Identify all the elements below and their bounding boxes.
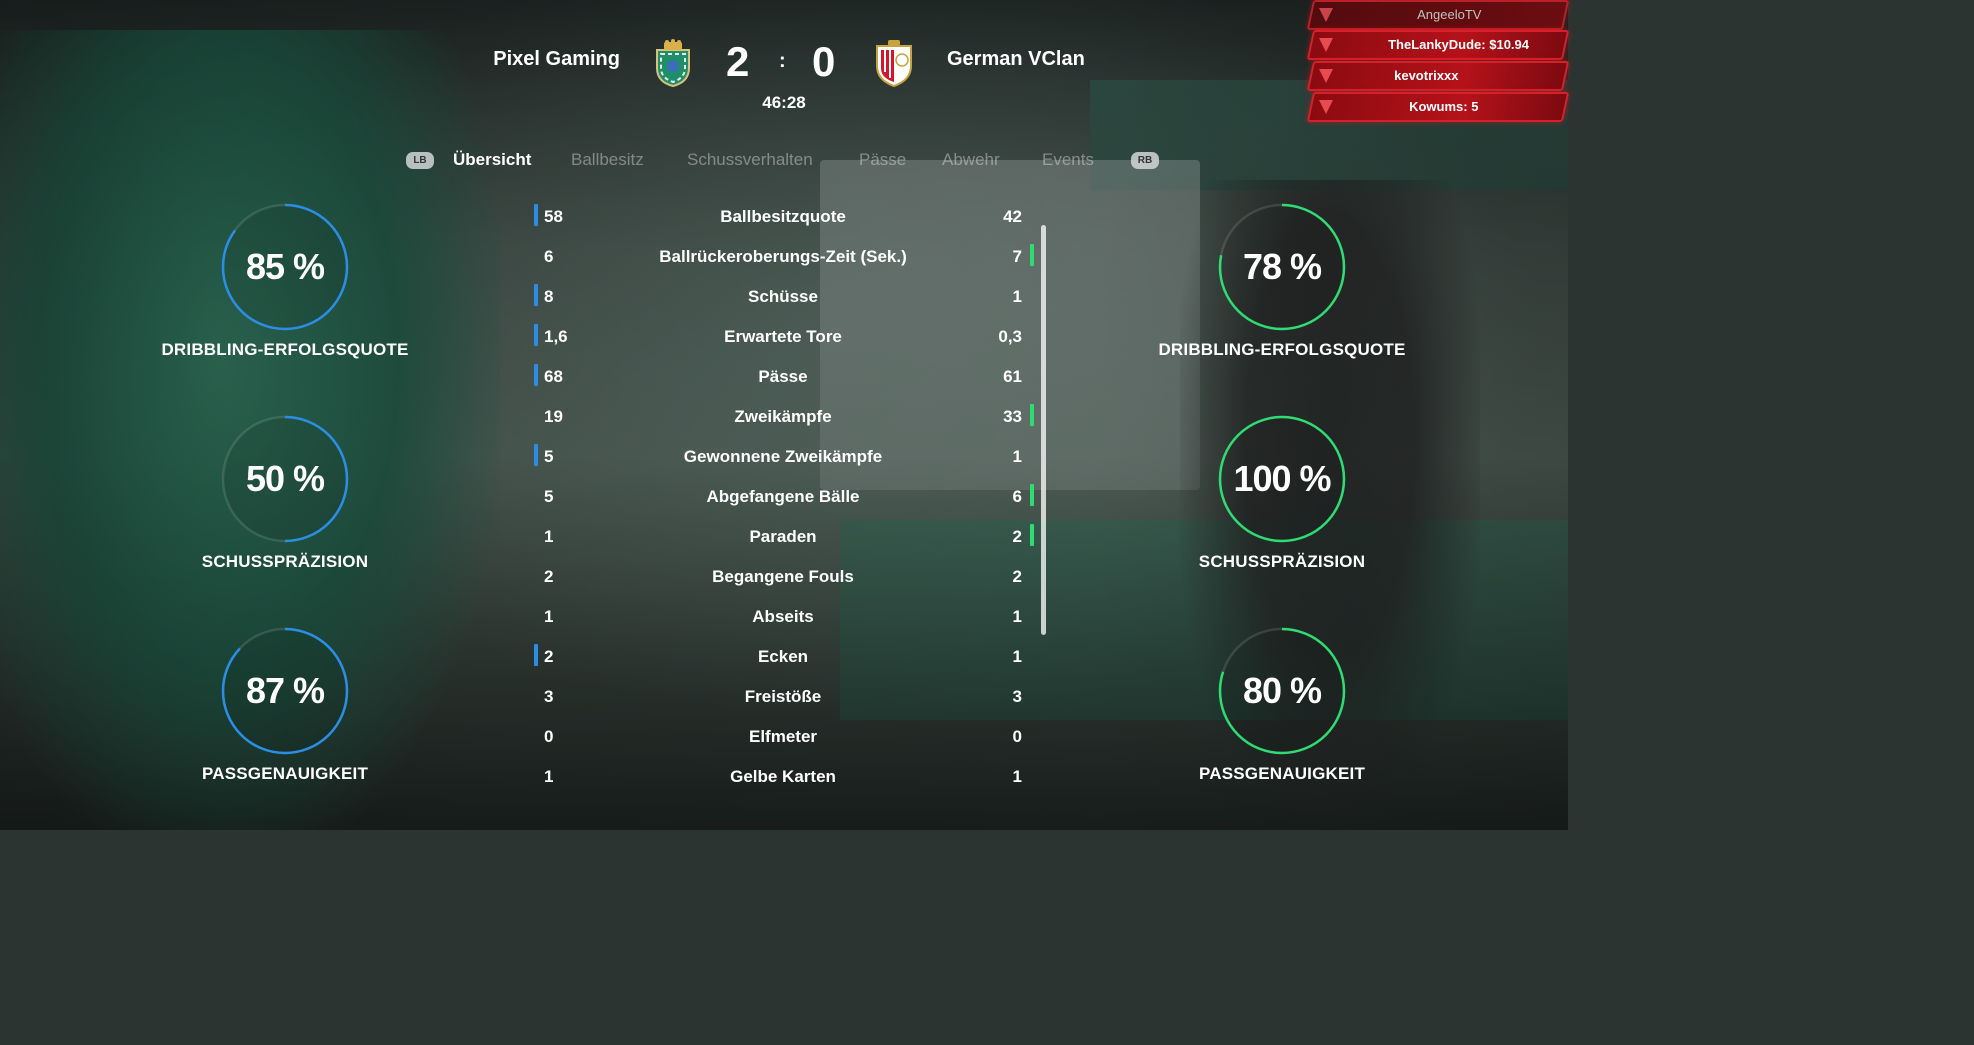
stat-label: Schüsse <box>748 287 818 306</box>
stat-label: Elfmeter <box>748 727 818 746</box>
away-dribbling-gauge: 78 % <box>1217 202 1347 332</box>
away-stat-value: 1 <box>1012 287 1022 306</box>
stat-row: 1 Abseits 1 <box>530 600 1040 630</box>
stat-label: Freistöße <box>744 687 822 706</box>
away-dribbling-label: DRIBBLING-ERFOLGSQUOTE <box>1158 340 1406 359</box>
gauge-value: 80 % <box>1242 670 1322 711</box>
stat-row: 1 Gelbe Karten 1 <box>530 760 1040 790</box>
home-shot-accuracy-label: SCHUSSPRÄZISION <box>201 552 369 571</box>
stream-alert: TheLankyDude: $10.94 <box>1306 30 1570 60</box>
away-stat-value: 1 <box>1012 767 1022 786</box>
away-stat-value: 7 <box>1012 247 1022 266</box>
stat-label: Gewonnene Zweikämpfe <box>683 447 883 466</box>
stat-row: 1 Paraden 2 <box>530 520 1040 550</box>
stat-row: 5 Abgefangene Bälle 6 <box>530 480 1040 510</box>
stat-label: Ecken <box>757 647 809 666</box>
alert-badge-icon <box>1319 69 1333 83</box>
stat-label: Ballrückeroberungs-Zeit (Sek.) <box>659 247 907 266</box>
home-score: 2 <box>726 38 750 85</box>
alert-badge-icon <box>1319 8 1333 22</box>
away-score: 0 <box>812 38 836 85</box>
away-stat-value: 2 <box>1012 567 1022 586</box>
away-pass-accuracy-gauge: 80 % <box>1217 626 1347 756</box>
alert-badge-icon <box>1319 100 1333 114</box>
tab-uebersicht[interactable]: Übersicht <box>453 150 531 170</box>
stat-label: Abgefangene Bälle <box>706 487 860 506</box>
gauge-value: 85 % <box>245 246 325 287</box>
away-stat-value: 1 <box>1012 647 1022 666</box>
home-pass-accuracy-gauge: 87 % <box>220 626 350 756</box>
lb-button-hint[interactable]: LB <box>406 152 434 169</box>
tab-events[interactable]: Events <box>1042 150 1094 170</box>
away-stat-value: 6 <box>1012 487 1022 506</box>
gauge-value: 100 % <box>1233 458 1331 499</box>
stats-tab-bar: LB Übersicht Ballbesitz Schussverhalten … <box>0 149 1568 173</box>
stream-alert-text: AngeeloTV <box>1417 7 1482 22</box>
away-leader-bar <box>1030 484 1034 506</box>
tab-ballbesitz[interactable]: Ballbesitz <box>571 150 644 170</box>
stat-label: Abseits <box>752 607 814 626</box>
stat-label: Zweikämpfe <box>734 407 832 426</box>
alert-badge-icon <box>1319 38 1333 52</box>
stat-label: Erwartete Tore <box>724 327 842 346</box>
tab-paesse[interactable]: Pässe <box>859 150 906 170</box>
stat-row: 8 Schüsse 1 <box>530 280 1040 310</box>
away-stat-value: 0 <box>1012 727 1022 746</box>
away-stat-value: 1 <box>1012 607 1022 626</box>
stat-row: 1,6 Erwartete Tore 0,3 <box>530 320 1040 350</box>
away-crest-icon <box>871 38 917 88</box>
gauge-value: 87 % <box>245 670 325 711</box>
stat-row: 58 Ballbesitzquote 42 <box>530 200 1040 230</box>
home-shot-accuracy-gauge: 50 % <box>220 414 350 544</box>
stat-label: Begangene Fouls <box>712 567 854 586</box>
home-pass-accuracy-label: PASSGENAUIGKEIT <box>201 764 369 783</box>
stat-label: Pässe <box>758 367 808 386</box>
stream-alert: kevotrixxx <box>1306 61 1570 91</box>
home-dribbling-gauge: 85 % <box>220 202 350 332</box>
away-stat-value: 33 <box>1003 407 1022 426</box>
away-stat-value: 42 <box>1003 207 1022 226</box>
away-stat-value: 1 <box>1012 447 1022 466</box>
stat-label: Ballbesitzquote <box>720 207 846 226</box>
gauge-value: 50 % <box>245 458 325 499</box>
stat-row: 68 Pässe 61 <box>530 360 1040 390</box>
gauge-value: 78 % <box>1242 246 1322 287</box>
stat-label: Paraden <box>749 527 817 546</box>
away-leader-bar <box>1030 404 1034 426</box>
stream-alert-text: kevotrixxx <box>1394 68 1459 83</box>
tab-schussverhalten[interactable]: Schussverhalten <box>687 150 813 170</box>
stream-alert: Kowums: 5 <box>1306 92 1570 122</box>
stream-alert: AngeeloTV <box>1306 0 1570 30</box>
stat-row: 3 Freistöße 3 <box>530 680 1040 710</box>
stat-row: 5 Gewonnene Zweikämpfe 1 <box>530 440 1040 470</box>
stat-row: 6 Ballrückeroberungs-Zeit (Sek.) 7 <box>530 240 1040 270</box>
away-stat-value: 0,3 <box>998 327 1022 346</box>
home-dribbling-label: DRIBBLING-ERFOLGSQUOTE <box>161 340 409 359</box>
away-leader-bar <box>1030 244 1034 266</box>
stat-row: 0 Elfmeter 0 <box>530 720 1040 750</box>
away-stat-value: 3 <box>1012 687 1022 706</box>
home-team-name: Pixel Gaming <box>493 48 620 70</box>
rb-button-hint[interactable]: RB <box>1131 152 1159 169</box>
home-crest-icon <box>650 38 696 88</box>
away-leader-bar <box>1030 524 1034 546</box>
stream-alert-text: TheLankyDude: $10.94 <box>1388 37 1529 52</box>
stat-row: 2 Begangene Fouls 2 <box>530 560 1040 590</box>
away-team-name: German VClan <box>947 48 1085 70</box>
away-stat-value: 61 <box>1003 367 1022 386</box>
away-pass-accuracy-label: PASSGENAUIGKEIT <box>1198 764 1366 783</box>
stats-scrollbar[interactable] <box>1041 225 1046 635</box>
tab-abwehr[interactable]: Abwehr <box>942 150 1000 170</box>
away-shot-accuracy-label: SCHUSSPRÄZISION <box>1198 552 1366 571</box>
stat-label: Gelbe Karten <box>730 767 836 786</box>
stream-alert-text: Kowums: 5 <box>1409 99 1479 114</box>
stat-row: 2 Ecken 1 <box>530 640 1040 670</box>
away-shot-accuracy-gauge: 100 % <box>1217 414 1347 544</box>
stat-row: 19 Zweikämpfe 33 <box>530 400 1040 430</box>
score-separator: : <box>779 50 786 72</box>
away-stat-value: 2 <box>1012 527 1022 546</box>
